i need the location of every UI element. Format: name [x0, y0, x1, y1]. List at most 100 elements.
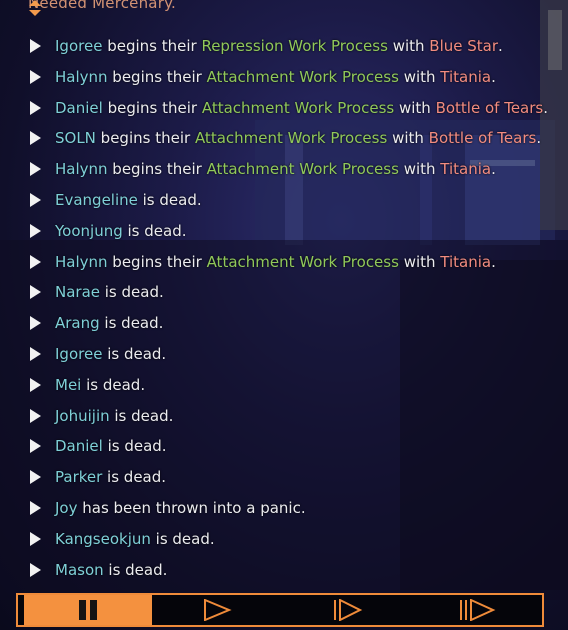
log-text: .	[498, 37, 503, 55]
log-text: with	[398, 67, 441, 86]
abnormality-name: Bottle of Tears	[435, 98, 544, 117]
employee-name: Joy	[55, 499, 78, 517]
log-text: is dead.	[103, 560, 168, 579]
expand-arrow-icon[interactable]	[30, 501, 41, 515]
fastest-forward-icon	[460, 599, 496, 621]
log-text: is dead.	[102, 345, 167, 363]
expand-arrow-icon[interactable]	[30, 223, 41, 238]
log-text: begins their	[107, 252, 207, 271]
work-type: Attachment Work Process	[206, 160, 399, 179]
log-entry[interactable]: Johuijin is dead.	[30, 404, 173, 428]
expand-arrow-icon[interactable]	[30, 131, 41, 146]
expand-arrow-icon[interactable]	[30, 69, 41, 84]
log-entry[interactable]: Joy has been thrown into a panic.	[30, 496, 306, 520]
expand-arrow-icon[interactable]	[30, 377, 41, 392]
employee-name: Parker	[55, 468, 103, 487]
work-type: Attachment Work Process	[206, 252, 399, 271]
employee-name: Daniel	[55, 98, 103, 117]
log-text: with	[387, 129, 429, 148]
employee-name: Narae	[55, 283, 100, 302]
log-entry[interactable]: Mason is dead.	[30, 558, 167, 582]
pause-icon	[79, 600, 97, 620]
expand-arrow-icon[interactable]	[30, 100, 41, 115]
abnormality-name: Titania	[440, 252, 492, 271]
employee-name: Johuijin	[55, 406, 110, 425]
expand-arrow-icon[interactable]	[30, 39, 41, 53]
play-icon	[204, 599, 232, 621]
expand-arrow-icon[interactable]	[30, 439, 41, 454]
expand-arrow-icon[interactable]	[30, 470, 41, 485]
abnormality-name: Blue Star	[429, 37, 499, 55]
time-controls	[16, 593, 544, 627]
fast-forward-button[interactable]	[282, 595, 412, 625]
scroll-toggle-icon[interactable]	[28, 0, 42, 16]
employee-name: Evangeline	[55, 191, 138, 209]
employee-name: Daniel	[55, 437, 103, 456]
log-entry[interactable]: Parker is dead.	[30, 465, 166, 489]
work-type: Repression Work Process	[201, 37, 388, 55]
play-button[interactable]	[152, 595, 282, 625]
log-text: is dead.	[100, 283, 164, 302]
expand-arrow-icon[interactable]	[30, 285, 41, 300]
log-text: begins their	[107, 67, 207, 86]
log-entry[interactable]: Halynn begins their Attachment Work Proc…	[30, 157, 496, 181]
expand-arrow-icon[interactable]	[30, 162, 41, 177]
log-text: .	[491, 252, 496, 271]
log-text: is dead.	[150, 529, 215, 548]
log-text: is dead.	[81, 375, 146, 394]
fastest-forward-button[interactable]	[412, 595, 542, 625]
log-text: is dead.	[99, 314, 164, 333]
log-text: is dead.	[122, 221, 187, 240]
employee-name: Mason	[55, 560, 104, 579]
log-text: begins their	[95, 129, 195, 148]
employee-name: Kangseokjun	[55, 529, 151, 548]
work-type: Attachment Work Process	[194, 129, 388, 148]
log-text: begins their	[102, 37, 202, 55]
log-entry[interactable]: Daniel is dead.	[30, 434, 167, 458]
expand-arrow-icon[interactable]	[30, 316, 41, 331]
log-entry[interactable]: Halynn begins their Attachment Work Proc…	[30, 65, 496, 89]
expand-arrow-icon[interactable]	[30, 531, 41, 546]
log-text: is dead.	[102, 468, 167, 487]
log-entry[interactable]: Evangeline is dead.	[30, 188, 202, 212]
log-entry-cutoff: Needed Mercenary.	[28, 0, 176, 12]
work-type: Attachment Work Process	[201, 98, 395, 117]
fast-forward-icon	[334, 599, 363, 621]
log-text: with	[387, 37, 430, 55]
log-entry[interactable]: Arang is dead.	[30, 311, 163, 335]
employee-name: Igoree	[55, 345, 103, 363]
log-text: .	[491, 67, 496, 86]
expand-arrow-icon[interactable]	[30, 562, 41, 577]
log-entry[interactable]: Igoree is dead.	[30, 342, 166, 366]
log-text: with	[398, 160, 441, 179]
employee-name: Halynn	[55, 160, 108, 179]
log-text: is dead.	[109, 406, 174, 425]
abnormality-name: Bottle of Tears	[428, 129, 537, 148]
log-entry[interactable]: SOLN begins their Attachment Work Proces…	[30, 126, 541, 150]
log-text: with	[394, 98, 436, 117]
expand-arrow-icon[interactable]	[30, 193, 41, 207]
employee-name: Arang	[55, 314, 100, 333]
log-entry[interactable]: Igoree begins their Repression Work Proc…	[30, 34, 503, 58]
log-text: .	[543, 98, 548, 117]
abnormality-name: Titania	[440, 67, 492, 86]
work-type: Attachment Work Process	[206, 67, 399, 86]
employee-name: SOLN	[55, 129, 96, 148]
log-entry[interactable]: Kangseokjun is dead.	[30, 527, 215, 551]
expand-arrow-icon[interactable]	[30, 408, 41, 423]
log-text: is dead.	[137, 191, 202, 209]
employee-name: Igoree	[55, 37, 103, 55]
log-entry[interactable]: Narae is dead.	[30, 280, 164, 304]
employee-name: Mei	[55, 375, 82, 394]
abnormality-name: Titania	[440, 160, 492, 179]
pause-button[interactable]	[24, 595, 152, 625]
log-entry[interactable]: Yoonjung is dead.	[30, 219, 186, 243]
expand-arrow-icon[interactable]	[30, 254, 41, 269]
log-entry[interactable]: Daniel begins their Attachment Work Proc…	[30, 96, 548, 120]
log-text: has been thrown into a panic.	[77, 499, 306, 517]
log-entry[interactable]: Mei is dead.	[30, 373, 145, 397]
log-entry[interactable]: Halynn begins their Attachment Work Proc…	[30, 250, 496, 274]
expand-arrow-icon[interactable]	[30, 347, 41, 361]
log-text: begins their	[107, 160, 207, 179]
log-text: .	[491, 160, 496, 179]
